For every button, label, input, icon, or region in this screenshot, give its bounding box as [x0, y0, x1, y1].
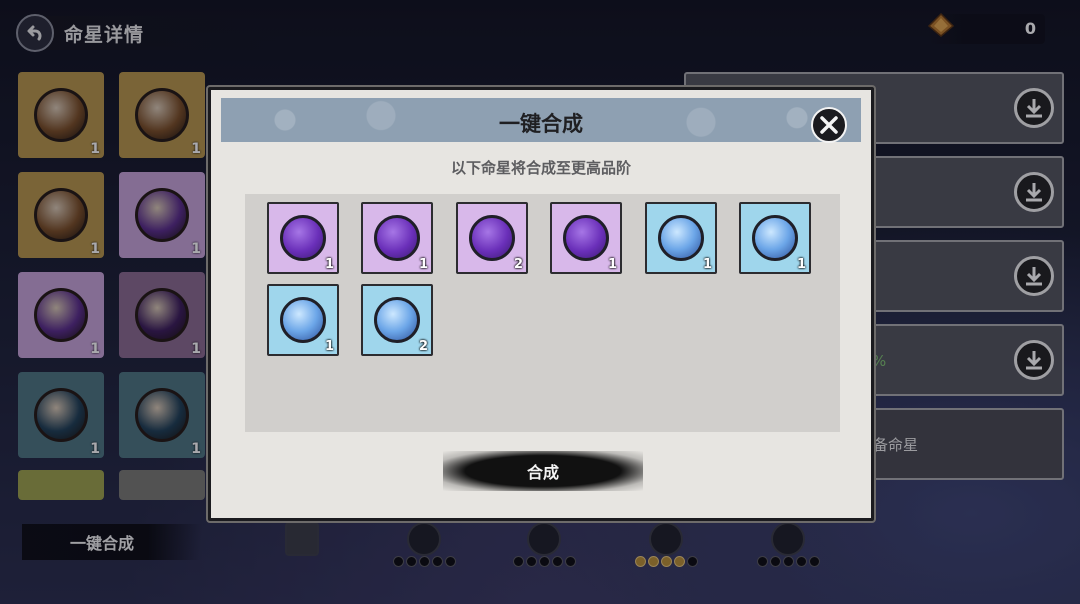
- synthesis-item[interactable]: 1: [267, 202, 339, 274]
- synthesis-modal: 一键合成 以下命星将合成至更高品阶 1 1 2 1 1 1 1 2 合成: [208, 87, 874, 521]
- shell-icon: [280, 297, 326, 343]
- antler-icon: [280, 215, 326, 261]
- item-list: 1 1 2 1 1 1 1 2: [245, 194, 840, 432]
- item-count: 2: [513, 257, 523, 272]
- item-count: 2: [418, 339, 428, 354]
- synthesis-item[interactable]: 2: [361, 284, 433, 356]
- modal-title: 一键合成: [499, 112, 583, 136]
- synthesis-item[interactable]: 2: [456, 202, 528, 274]
- modal-header: 一键合成: [221, 98, 861, 143]
- shell-icon: [752, 215, 798, 261]
- synthesis-item[interactable]: 1: [645, 202, 717, 274]
- item-count: 1: [418, 257, 428, 272]
- shell-icon: [658, 215, 704, 261]
- item-count: 1: [324, 257, 334, 272]
- synthesis-item[interactable]: 1: [550, 202, 622, 274]
- synthesis-item[interactable]: 1: [361, 202, 433, 274]
- antler-icon: [469, 215, 515, 261]
- antler-icon: [374, 215, 420, 261]
- modal-subtitle: 以下命星将合成至更高品阶: [450, 159, 631, 177]
- shell-icon: [374, 297, 420, 343]
- item-count: 1: [607, 257, 617, 272]
- close-icon: [820, 116, 838, 134]
- item-count: 1: [324, 339, 334, 354]
- synthesis-item[interactable]: 1: [739, 202, 811, 274]
- antler-icon: [563, 215, 609, 261]
- item-count: 1: [796, 257, 806, 272]
- synthesize-button[interactable]: 合成: [443, 451, 643, 491]
- item-count: 1: [702, 257, 712, 272]
- synthesis-item[interactable]: 1: [267, 284, 339, 356]
- close-button[interactable]: [811, 107, 847, 143]
